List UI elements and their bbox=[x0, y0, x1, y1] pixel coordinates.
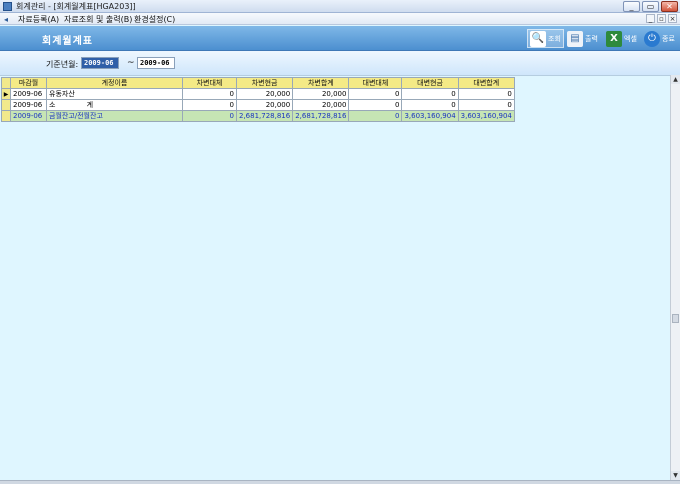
search-label: 조회 bbox=[548, 34, 561, 43]
print-button[interactable]: ▤ 출력 bbox=[567, 29, 598, 48]
scrollbar-thumb[interactable] bbox=[672, 314, 679, 323]
cell-cr-transfer[interactable]: 0 bbox=[348, 88, 403, 100]
cell-dr-transfer[interactable]: 0 bbox=[182, 110, 237, 122]
grid-area: 마감월 계정이름 차변대체 차변현금 차변합계 대변대체 대변현금 대변합계 ▶… bbox=[0, 75, 670, 480]
cell-dr-cash[interactable]: 2,681,728,816 bbox=[235, 110, 294, 122]
column-header-account[interactable]: 계정이름 bbox=[46, 77, 183, 89]
cell-month[interactable]: 2009-06 bbox=[10, 88, 47, 100]
current-row-indicator: ▶ bbox=[1, 88, 11, 100]
cell-cr-transfer[interactable]: 0 bbox=[348, 110, 403, 122]
menu-bar: ◂ 자료등록(A) 자료조회 및 출력(B) 환경설정(C) _ ▫ × bbox=[0, 13, 680, 25]
filter-bar: 기준년월: 2009-06 ~ 2009-06 bbox=[0, 51, 680, 75]
menu-item-settings[interactable]: 환경설정(C) bbox=[134, 14, 175, 25]
print-label: 출력 bbox=[585, 34, 598, 43]
table-row[interactable]: ▶ 2009-06 유동자산 0 20,000 20,000 0 0 0 bbox=[1, 88, 515, 100]
close-button[interactable]: ✕ bbox=[661, 1, 678, 12]
excel-icon: X bbox=[606, 30, 622, 47]
row-pointer-icon: ▶ bbox=[3, 90, 9, 98]
scroll-up-icon[interactable]: ▲ bbox=[671, 75, 680, 84]
cell-dr-transfer[interactable]: 0 bbox=[182, 99, 237, 111]
row-header bbox=[1, 99, 11, 111]
row-header bbox=[1, 110, 11, 122]
cell-cr-total[interactable]: 3,603,160,904 bbox=[457, 110, 515, 122]
menu-item-data-entry[interactable]: 자료등록(A) bbox=[18, 14, 59, 25]
column-header-cr-total[interactable]: 대변합계 bbox=[457, 77, 515, 89]
window-titlebar: 회계관리 - [회계월계표[HGA203]] _ ▭ ✕ bbox=[0, 0, 680, 13]
cell-dr-total[interactable]: 20,000 bbox=[292, 99, 350, 111]
column-header-dr-cash[interactable]: 차변현금 bbox=[235, 77, 294, 89]
cell-account[interactable]: 소 계 bbox=[46, 99, 183, 111]
vertical-scrollbar[interactable]: ▲ ▼ bbox=[670, 75, 680, 480]
cell-dr-total[interactable]: 20,000 bbox=[292, 88, 350, 100]
maximize-button[interactable]: ▭ bbox=[642, 1, 659, 12]
column-header-month[interactable]: 마감월 bbox=[10, 77, 47, 89]
excel-button[interactable]: X 엑셀 bbox=[606, 29, 637, 48]
row-header-corner bbox=[1, 77, 11, 89]
monthly-ledger-table: 마감월 계정이름 차변대체 차변현금 차변합계 대변대체 대변현금 대변합계 ▶… bbox=[1, 77, 515, 122]
column-header-cr-transfer[interactable]: 대변대체 bbox=[348, 77, 403, 89]
cell-cr-transfer[interactable]: 0 bbox=[348, 99, 403, 111]
table-row[interactable]: 2009-06 소 계 0 20,000 20,000 0 0 0 bbox=[1, 99, 515, 111]
search-button[interactable]: 🔍 조회 bbox=[527, 29, 564, 48]
mdi-minimize-button[interactable]: _ bbox=[646, 14, 655, 23]
from-month-input[interactable]: 2009-06 bbox=[81, 57, 119, 69]
cell-dr-cash[interactable]: 20,000 bbox=[235, 88, 294, 100]
power-icon: ⏻ bbox=[644, 30, 660, 47]
excel-label: 엑셀 bbox=[624, 34, 637, 43]
search-icon: 🔍 bbox=[530, 30, 546, 47]
cell-cr-cash[interactable]: 3,603,160,904 bbox=[401, 110, 459, 122]
cell-cr-total[interactable]: 0 bbox=[457, 88, 515, 100]
minimize-button[interactable]: _ bbox=[623, 1, 640, 12]
cell-dr-transfer[interactable]: 0 bbox=[182, 88, 237, 100]
cell-account[interactable]: 금월잔고/전월잔고 bbox=[46, 110, 183, 122]
cell-cr-total[interactable]: 0 bbox=[457, 99, 515, 111]
scroll-down-icon[interactable]: ▼ bbox=[671, 471, 680, 480]
status-bar bbox=[0, 480, 680, 484]
to-month-input[interactable]: 2009-06 bbox=[137, 57, 175, 69]
app-icon bbox=[3, 2, 12, 11]
table-header-row: 마감월 계정이름 차변대체 차변현금 차변합계 대변대체 대변현금 대변합계 bbox=[1, 77, 515, 89]
page-header: 회계월계표 🔍 조회 ▤ 출력 X 엑셀 ⏻ 종료 bbox=[0, 26, 680, 51]
cell-dr-cash[interactable]: 20,000 bbox=[235, 99, 294, 111]
exit-button[interactable]: ⏻ 종료 bbox=[644, 29, 675, 48]
base-month-label: 기준년월: bbox=[46, 60, 79, 69]
mdi-close-button[interactable]: × bbox=[668, 14, 677, 23]
printer-icon: ▤ bbox=[567, 30, 583, 47]
menu-app-icon: ◂ bbox=[4, 15, 9, 24]
exit-label: 종료 bbox=[662, 34, 675, 43]
column-header-cr-cash[interactable]: 대변현금 bbox=[401, 77, 459, 89]
column-header-dr-total[interactable]: 차변합계 bbox=[292, 77, 350, 89]
menu-item-query-print[interactable]: 자료조회 및 출력(B) bbox=[64, 14, 132, 25]
mdi-restore-button[interactable]: ▫ bbox=[657, 14, 666, 23]
column-header-dr-transfer[interactable]: 차변대체 bbox=[182, 77, 237, 89]
cell-account[interactable]: 유동자산 bbox=[46, 88, 183, 100]
table-total-row[interactable]: 2009-06 금월잔고/전월잔고 0 2,681,728,816 2,681,… bbox=[1, 110, 515, 122]
cell-month[interactable]: 2009-06 bbox=[10, 99, 47, 111]
page-title: 회계월계표 bbox=[42, 36, 93, 47]
range-separator: ~ bbox=[127, 58, 135, 68]
cell-dr-total[interactable]: 2,681,728,816 bbox=[292, 110, 350, 122]
cell-cr-cash[interactable]: 0 bbox=[401, 99, 459, 111]
window-title: 회계관리 - [회계월계표[HGA203]] bbox=[16, 2, 136, 11]
cell-month[interactable]: 2009-06 bbox=[10, 110, 47, 122]
cell-cr-cash[interactable]: 0 bbox=[401, 88, 459, 100]
